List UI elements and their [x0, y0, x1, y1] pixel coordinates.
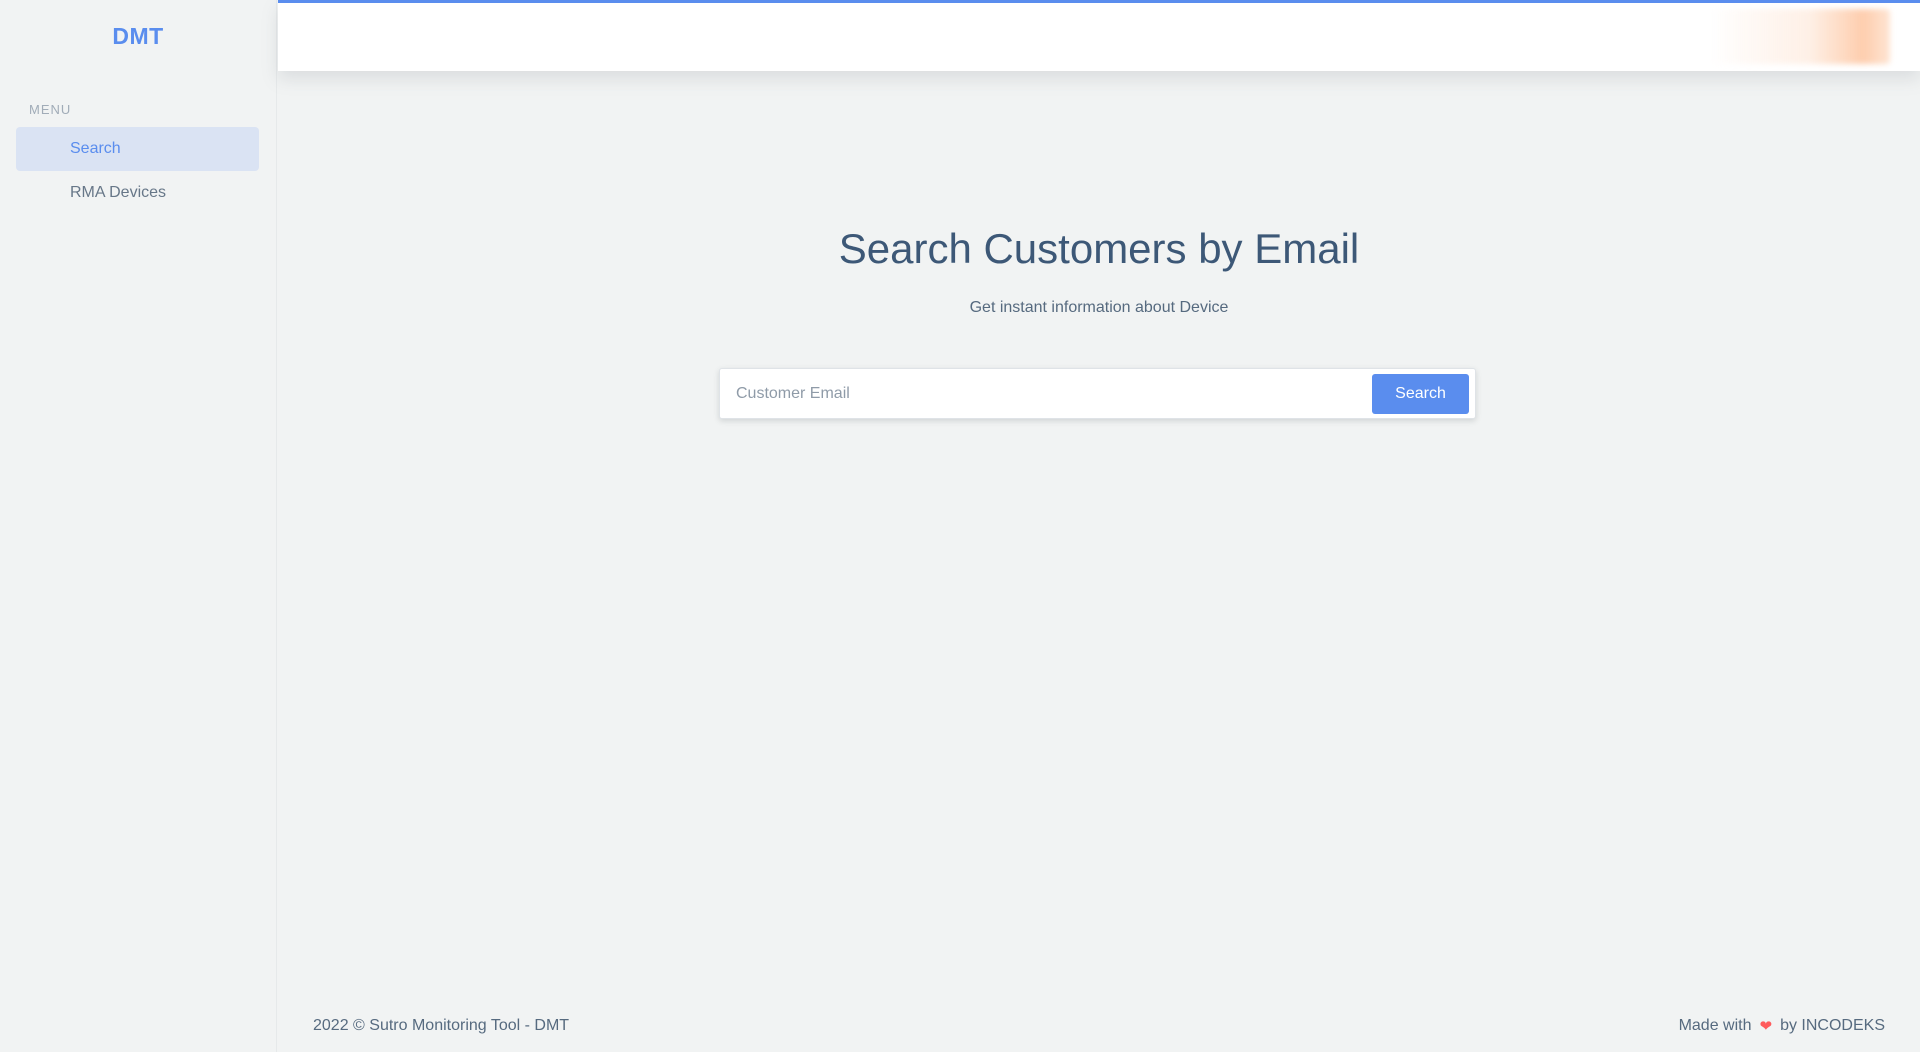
sidebar-menu: Search RMA Devices — [0, 127, 276, 215]
footer: 2022 © Sutro Monitoring Tool - DMT Made … — [278, 1000, 1920, 1052]
footer-author[interactable]: by INCODEKS — [1780, 1017, 1885, 1035]
brand-logo[interactable]: DMT — [0, 0, 276, 72]
user-avatar[interactable] — [1710, 9, 1890, 64]
top-navbar — [278, 0, 1920, 71]
sidebar: DMT MENU Search RMA Devices — [0, 0, 277, 1052]
customer-email-input[interactable] — [720, 369, 1372, 418]
footer-made-with: Made with — [1678, 1017, 1752, 1034]
heart-icon: ❤ — [1759, 1018, 1773, 1035]
menu-header: MENU — [29, 102, 72, 117]
main-content: Search Customers by Email Get instant in… — [278, 71, 1920, 981]
search-bar: Search — [719, 368, 1476, 419]
search-button[interactable]: Search — [1372, 373, 1469, 414]
sidebar-item-search[interactable]: Search — [16, 127, 259, 171]
footer-copyright: 2022 © Sutro Monitoring Tool - DMT — [313, 1017, 570, 1034]
footer-credits: Made with ❤ by INCODEKS — [1679, 1017, 1885, 1035]
page-subtitle: Get instant information about Device — [969, 299, 1229, 316]
sidebar-item-rma-devices[interactable]: RMA Devices — [16, 171, 259, 215]
page-title: Search Customers by Email — [838, 225, 1360, 272]
